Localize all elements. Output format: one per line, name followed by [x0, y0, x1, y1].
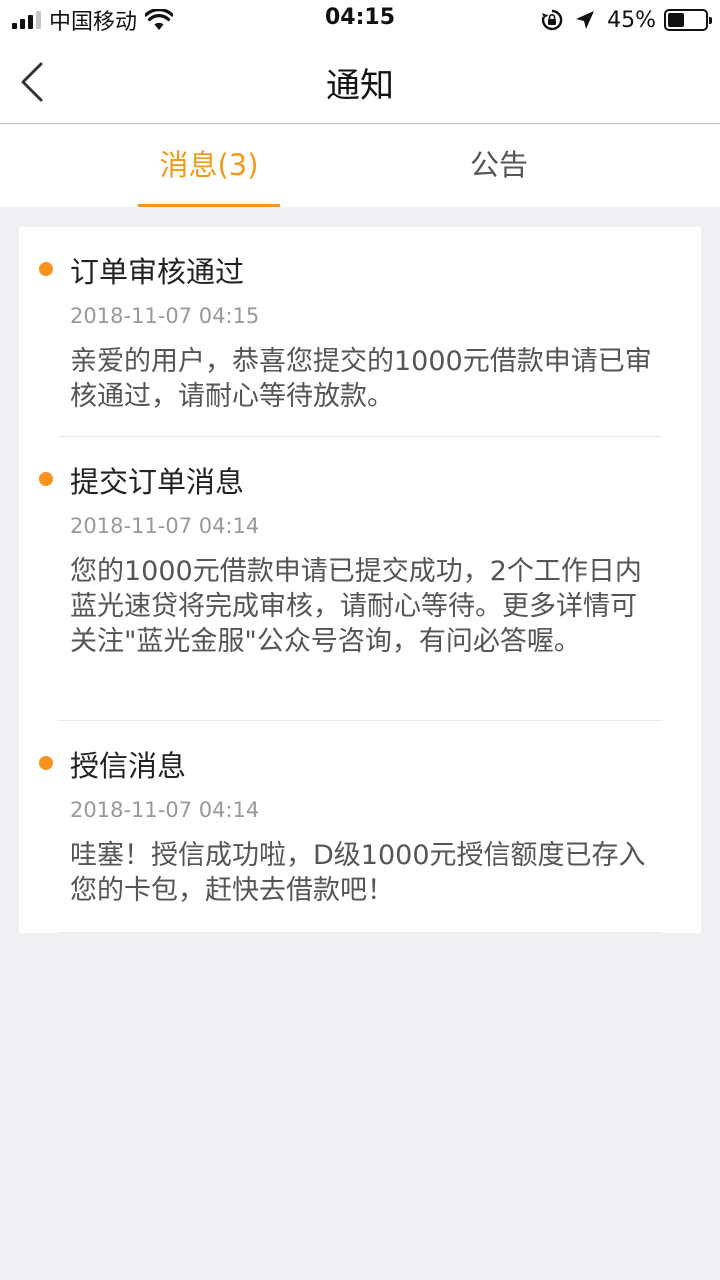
- tab-bar: 消息(3) 公告: [0, 125, 720, 207]
- divider: [58, 932, 662, 933]
- message-title: 订单审核通过: [70, 255, 245, 289]
- message-time: 2018-11-07 04:14: [70, 798, 260, 822]
- battery-icon: [664, 9, 712, 31]
- message-title: 提交订单消息: [70, 465, 245, 499]
- message-item[interactable]: 提交订单消息 2018-11-07 04:14 您的1000元借款申请已提交成功…: [19, 437, 701, 721]
- active-tab-indicator: [138, 204, 280, 207]
- status-right: 45%: [541, 7, 712, 33]
- message-item[interactable]: 授信消息 2018-11-07 04:14 哇塞！授信成功啦，D级1000元授信…: [19, 721, 701, 933]
- unread-dot-icon: [39, 756, 53, 770]
- message-item[interactable]: 订单审核通过 2018-11-07 04:15 亲爱的用户，恭喜您提交的1000…: [19, 227, 701, 437]
- message-title: 授信消息: [70, 749, 187, 783]
- status-bar: 中国移动 04:15 45%: [0, 0, 720, 40]
- battery-percent: 45%: [607, 7, 656, 33]
- location-arrow-icon: [576, 11, 595, 29]
- tab-messages[interactable]: 消息(3): [120, 125, 298, 207]
- tab-announcements[interactable]: 公告: [410, 125, 588, 207]
- message-body: 亲爱的用户，恭喜您提交的1000元借款申请已审核通过，请耐心等待放款。: [70, 346, 652, 412]
- message-time: 2018-11-07 04:14: [70, 514, 260, 538]
- message-time: 2018-11-07 04:15: [70, 304, 260, 328]
- unread-dot-icon: [39, 262, 53, 276]
- navigation-bar: 通知: [0, 40, 720, 124]
- message-body: 哇塞！授信成功啦，D级1000元授信额度已存入您的卡包，赶快去借款吧！: [70, 840, 646, 906]
- unread-dot-icon: [39, 472, 53, 486]
- message-list: 订单审核通过 2018-11-07 04:15 亲爱的用户，恭喜您提交的1000…: [19, 227, 701, 933]
- page-title: 通知: [326, 66, 394, 106]
- rotation-lock-icon: [542, 9, 563, 31]
- message-body: 您的1000元借款申请已提交成功，2个工作日内蓝光速贷将完成审核，请耐心等待。更…: [70, 556, 642, 657]
